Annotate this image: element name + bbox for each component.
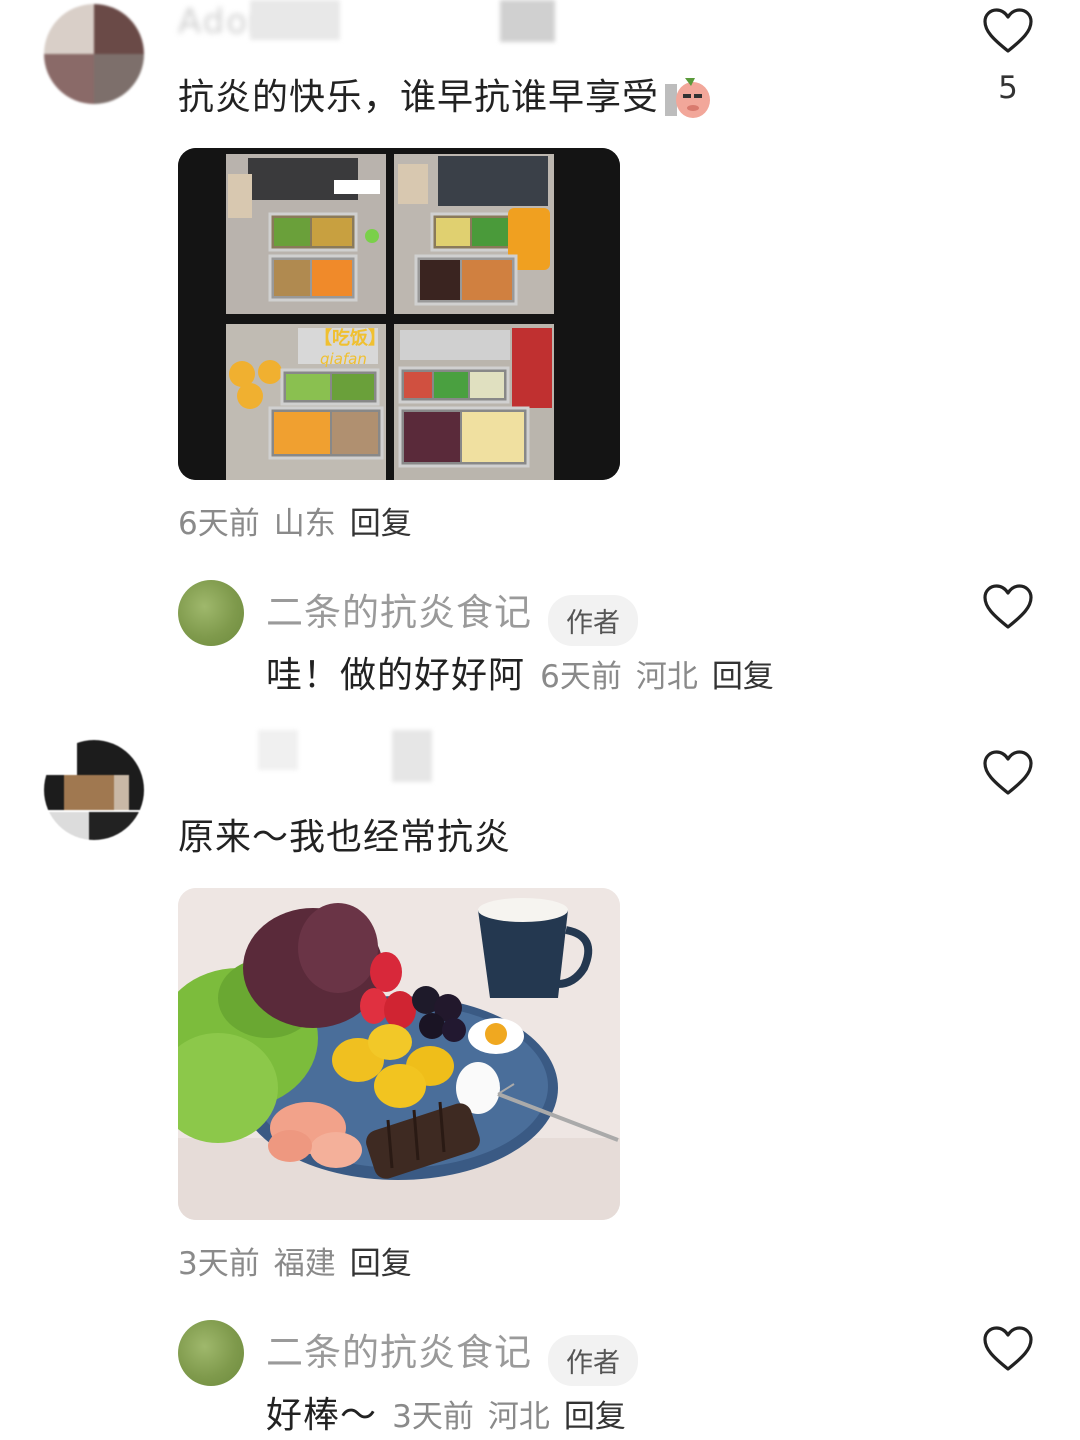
comment-image[interactable]: 【吃饭】 qiafan (178, 148, 620, 480)
reply-header: 二条的抗炎食记 作者 (266, 1322, 638, 1386)
reply-body: 好棒～ 3天前 河北 回复 (266, 1386, 626, 1438)
username-redaction (500, 0, 555, 42)
reply-text: 好棒～ (266, 1395, 378, 1436)
reply-header: 二条的抗炎食记 作者 (266, 582, 638, 646)
location: 河北 (635, 659, 698, 695)
like-button[interactable] (983, 584, 1033, 634)
heart-outline-icon (983, 1326, 1033, 1371)
author-avatar[interactable] (178, 580, 244, 646)
reply-button[interactable]: 回复 (350, 1246, 412, 1282)
author-name[interactable]: 二条的抗炎食记 (266, 1331, 532, 1374)
like-count: 5 (998, 70, 1018, 106)
avatar[interactable] (44, 4, 144, 104)
comment-text: 原来～我也经常抗炎 (178, 817, 512, 858)
comment-meta: 3天前 福建 回复 (178, 1238, 412, 1283)
timestamp: 3天前 (392, 1399, 474, 1435)
author-badge: 作者 (548, 595, 638, 646)
like-button[interactable] (983, 8, 1033, 58)
author-badge: 作者 (548, 1335, 638, 1386)
like-button[interactable] (983, 1326, 1033, 1376)
reply-button[interactable]: 回复 (350, 506, 412, 542)
username-redaction[interactable] (258, 730, 298, 770)
heart-outline-icon (983, 8, 1033, 53)
pig-sticker-icon (663, 70, 713, 129)
food-collage: 【吃饭】 qiafan (178, 148, 620, 480)
author-name[interactable]: 二条的抗炎食记 (266, 591, 532, 634)
username-redaction (250, 0, 340, 40)
heart-outline-icon (983, 750, 1033, 795)
timestamp: 6天前 (540, 659, 622, 695)
username-redaction (392, 730, 432, 782)
avatar[interactable] (44, 740, 144, 840)
location: 河北 (487, 1399, 550, 1435)
reply-button[interactable]: 回复 (712, 659, 774, 695)
reply-meta: 3天前 河北 回复 (392, 1399, 626, 1435)
reply-button[interactable]: 回复 (564, 1399, 626, 1435)
comment-text: 抗炎的快乐，谁早抗谁早享受 (178, 68, 713, 129)
like-button[interactable] (983, 750, 1033, 800)
timestamp: 6天前 (178, 506, 260, 542)
heart-outline-icon (983, 584, 1033, 629)
author-avatar[interactable] (178, 1320, 244, 1386)
collage-tag: 【吃饭】 (314, 327, 386, 349)
food-plate-photo (178, 888, 620, 1220)
comment-meta: 6天前 山东 回复 (178, 498, 412, 543)
collage-sub: qiafan (320, 350, 367, 368)
location: 山东 (273, 506, 336, 542)
reply-text: 哇！做的好好阿 (266, 655, 526, 696)
reply-body: 哇！做的好好阿 6天前 河北 回复 (266, 646, 774, 698)
timestamp: 3天前 (178, 1246, 260, 1282)
comment-image[interactable] (178, 888, 620, 1220)
reply-meta: 6天前 河北 回复 (540, 659, 774, 695)
location: 福建 (273, 1246, 336, 1282)
